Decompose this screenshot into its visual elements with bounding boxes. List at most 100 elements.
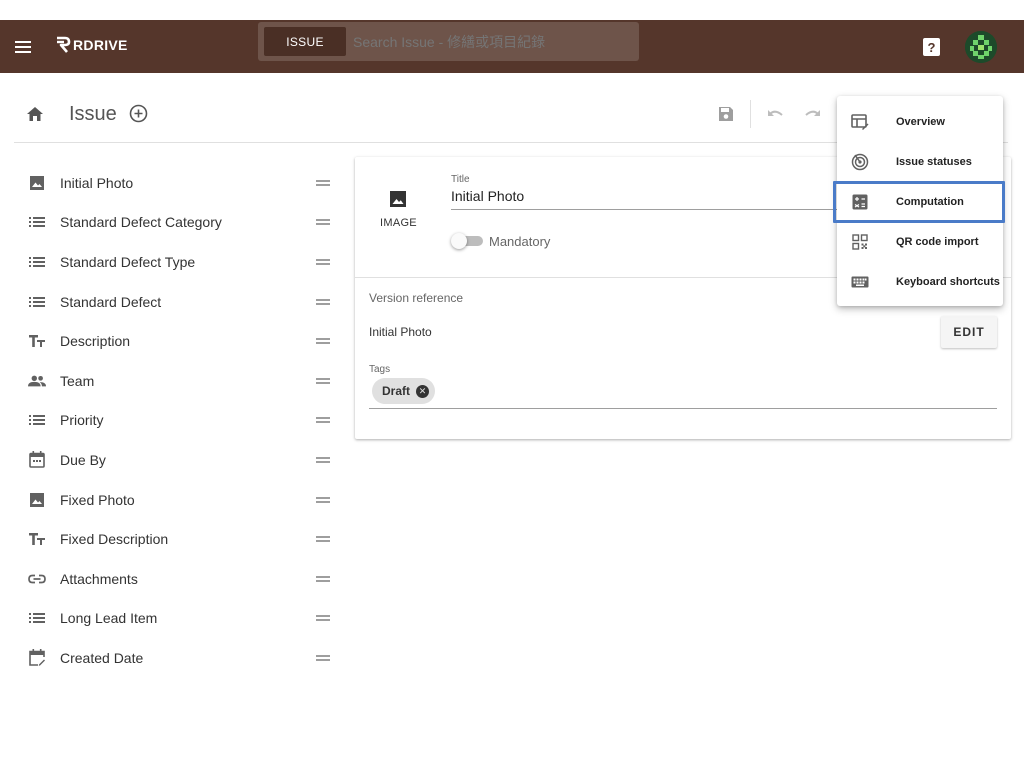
field-type-label: IMAGE (380, 217, 417, 229)
field-list: Initial Photo Standard Defect Category S… (14, 163, 344, 678)
event-edit-icon (28, 649, 46, 667)
title-underline (451, 209, 851, 210)
field-item-standard-defect-type[interactable]: Standard Defect Type (14, 242, 344, 282)
remove-tag-icon[interactable]: ✕ (416, 384, 430, 398)
menu-item-qr-code-import[interactable]: QR code import (837, 222, 1003, 262)
drag-handle-icon[interactable] (316, 654, 330, 662)
home-icon[interactable] (26, 105, 44, 123)
field-item-created-date[interactable]: Created Date (14, 638, 344, 678)
help-icon[interactable]: ? (923, 38, 940, 56)
page-title: Issue (69, 103, 117, 125)
menu-item-overview[interactable]: Overview (837, 102, 1003, 142)
field-item-fixed-photo[interactable]: Fixed Photo (14, 480, 344, 520)
menu-item-label: Keyboard shortcuts (896, 276, 1000, 288)
field-item-label: Standard Defect (60, 293, 162, 310)
field-item-initial-photo[interactable]: Initial Photo (14, 163, 344, 203)
save-icon[interactable] (717, 105, 735, 123)
drag-handle-icon[interactable] (316, 377, 330, 385)
field-item-label: Created Date (60, 649, 144, 666)
statuses-icon (851, 153, 869, 171)
drag-handle-icon[interactable] (316, 258, 330, 266)
mandatory-label: Mandatory (489, 234, 551, 249)
redo-icon[interactable] (802, 106, 822, 122)
menu-item-issue-statuses[interactable]: Issue statuses (837, 142, 1003, 182)
search-input[interactable] (353, 33, 623, 50)
page: RDRIVE ISSUE ? Issue (0, 0, 1024, 768)
field-item-due-by[interactable]: Due By (14, 440, 344, 480)
title-field[interactable] (451, 188, 851, 204)
tags-caption: Tags (369, 364, 391, 375)
field-item-priority[interactable]: Priority (14, 401, 344, 441)
field-item-description[interactable]: Description (14, 321, 344, 361)
field-item-fixed-description[interactable]: Fixed Description (14, 519, 344, 559)
tag-chip[interactable]: Draft ✕ (372, 378, 436, 404)
field-item-label: Initial Photo (60, 174, 134, 191)
drag-handle-icon[interactable] (316, 218, 330, 226)
menu-item-label: Computation (896, 196, 964, 208)
field-item-label: Long Lead Item (60, 610, 158, 627)
text-fields-icon (28, 332, 46, 350)
drag-handle-icon[interactable] (316, 535, 330, 543)
keyboard-icon (851, 273, 869, 291)
drag-handle-icon[interactable] (316, 575, 330, 583)
field-item-long-lead-item[interactable]: Long Lead Item (14, 599, 344, 639)
field-item-attachments[interactable]: Attachments (14, 559, 344, 599)
menu-item-keyboard-shortcuts[interactable]: Keyboard shortcuts (837, 262, 1003, 302)
overview-icon (851, 113, 869, 131)
app-bar: RDRIVE ISSUE ? (0, 20, 1024, 73)
top-strip (0, 0, 1024, 20)
logo-mark-icon (57, 36, 71, 53)
hamburger-menu-icon[interactable] (13, 37, 33, 57)
field-item-standard-defect-category[interactable]: Standard Defect Category (14, 203, 344, 243)
field-item-label: Priority (60, 412, 104, 429)
field-item-label: Standard Defect Type (60, 253, 196, 270)
image-icon (389, 190, 407, 208)
mandatory-toggle[interactable] (451, 233, 487, 249)
list-icon (28, 293, 46, 311)
text-fields-icon (28, 530, 46, 548)
field-item-label: Fixed Photo (60, 491, 135, 508)
bottom-strip (0, 748, 1024, 768)
field-item-label: Attachments (60, 570, 138, 587)
menu-item-computation[interactable]: Computation (837, 182, 1003, 222)
version-name: Initial Photo (369, 325, 432, 339)
toggle-thumb (451, 233, 467, 249)
undo-icon[interactable] (766, 106, 786, 122)
drag-handle-icon[interactable] (316, 298, 330, 306)
list-icon (28, 411, 46, 429)
tag-chip-label: Draft (382, 384, 411, 398)
drag-handle-icon[interactable] (316, 496, 330, 504)
field-item-label: Team (60, 372, 95, 389)
field-item-label: Standard Defect Category (60, 214, 222, 231)
version-reference-label: Version reference (369, 291, 464, 305)
edit-button[interactable]: EDIT (941, 316, 997, 348)
image-icon (28, 174, 46, 192)
field-item-label: Fixed Description (60, 531, 169, 548)
menu-item-label: QR code import (896, 236, 979, 248)
menu-item-label: Overview (896, 116, 945, 128)
image-icon (28, 491, 46, 509)
field-item-standard-defect[interactable]: Standard Defect (14, 282, 344, 322)
title-caption: Title (451, 174, 470, 185)
list-icon (28, 213, 46, 231)
logo-text: RDRIVE (73, 37, 128, 53)
drag-handle-icon[interactable] (316, 337, 330, 345)
field-item-label: Due By (60, 451, 106, 468)
drag-handle-icon[interactable] (316, 614, 330, 622)
menu-item-label: Issue statuses (896, 156, 972, 168)
calculate-icon (851, 193, 869, 211)
field-item-team[interactable]: Team (14, 361, 344, 401)
link-icon (28, 570, 46, 588)
toolbar-divider (750, 100, 751, 128)
search-bar[interactable]: ISSUE (258, 22, 639, 61)
drag-handle-icon[interactable] (316, 456, 330, 464)
tags-underline (369, 408, 997, 409)
options-menu: Overview Issue statuses Computation QR c… (837, 96, 1003, 306)
avatar[interactable] (965, 31, 997, 63)
logo[interactable]: RDRIVE (55, 35, 128, 55)
add-circle-icon[interactable] (129, 104, 148, 123)
drag-handle-icon[interactable] (316, 416, 330, 424)
list-icon (28, 253, 46, 271)
search-scope-chip[interactable]: ISSUE (264, 27, 346, 56)
drag-handle-icon[interactable] (316, 179, 330, 187)
